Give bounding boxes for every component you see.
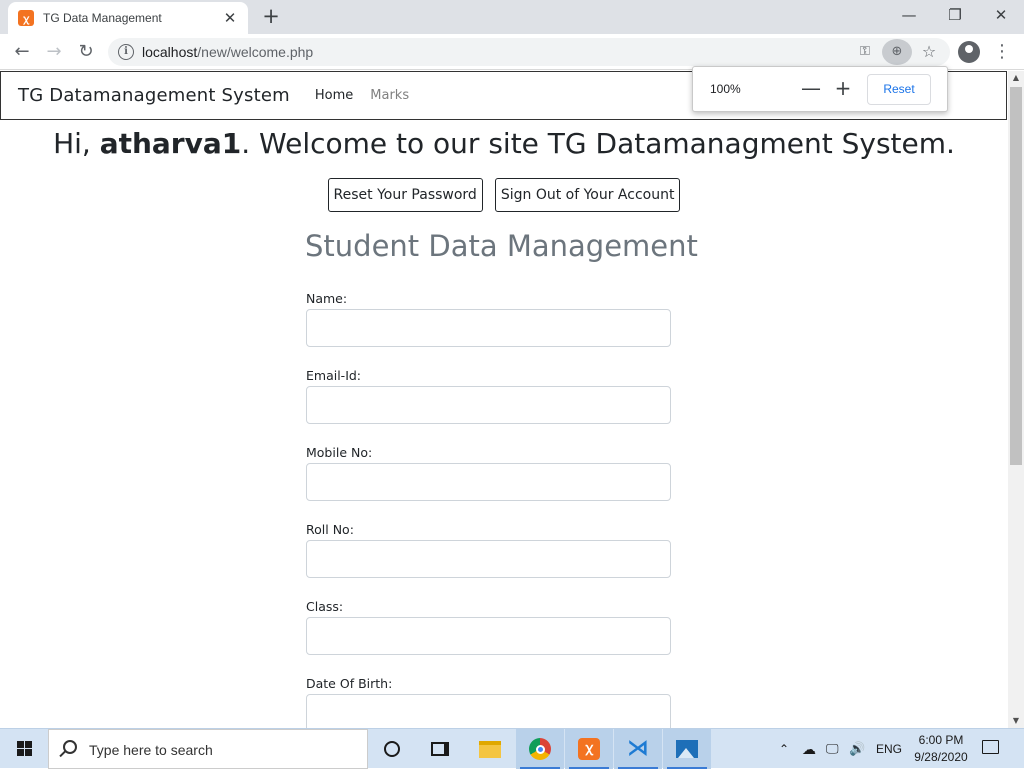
zoom-in-button[interactable]: + xyxy=(831,77,855,101)
dob-field-group: Date Of Birth: xyxy=(306,676,671,728)
taskbar-clock[interactable]: 6:00 PM 9/28/2020 xyxy=(908,732,974,766)
show-hidden-icons-chevron-icon[interactable]: ⌃ xyxy=(779,729,789,769)
scrollbar-thumb[interactable] xyxy=(1010,87,1022,465)
new-tab-button[interactable]: + xyxy=(258,4,284,30)
clock-date: 9/28/2020 xyxy=(914,750,968,764)
language-indicator[interactable]: ENG xyxy=(876,729,902,769)
account-buttons: Reset Your Password Sign Out of Your Acc… xyxy=(0,178,1008,212)
email-label: Email-Id: xyxy=(306,368,362,383)
windows-logo-icon xyxy=(17,741,24,748)
network-icon[interactable]: 🖵 xyxy=(826,729,839,769)
browser-tab[interactable]: ꭓ TG Data Management ✕ xyxy=(8,2,248,34)
roll-label: Roll No: xyxy=(306,522,354,537)
close-window-button[interactable]: ✕ xyxy=(978,0,1024,30)
minimize-button[interactable]: — xyxy=(886,0,932,30)
task-view-icon[interactable] xyxy=(416,729,464,769)
restore-button[interactable]: ❐ xyxy=(932,0,978,30)
dob-input[interactable] xyxy=(306,694,671,728)
taskbar-search-box[interactable]: Type here to search xyxy=(48,729,368,769)
email-input[interactable] xyxy=(306,386,671,424)
class-field-group: Class: xyxy=(306,599,671,676)
url-text[interactable]: localhost/new/welcome.php xyxy=(142,44,313,60)
student-form: Name: Email-Id: Mobile No: Roll No: Clas… xyxy=(306,291,671,728)
file-explorer-icon[interactable] xyxy=(466,729,514,769)
vscode-icon[interactable]: ⋊ xyxy=(614,729,662,769)
forward-arrow-icon[interactable]: → xyxy=(40,38,68,66)
class-input[interactable] xyxy=(306,617,671,655)
zoom-out-button[interactable]: — xyxy=(799,77,823,101)
welcome-prefix: Hi, xyxy=(53,127,100,160)
site-brand[interactable]: TG Datamanagement System xyxy=(18,85,290,106)
name-label: Name: xyxy=(306,291,348,306)
xampp-icon[interactable]: ꭓ xyxy=(565,729,613,769)
profile-avatar-icon[interactable] xyxy=(958,41,980,63)
site-info-icon[interactable]: i xyxy=(118,44,134,60)
tab-close-icon[interactable]: ✕ xyxy=(222,9,238,27)
welcome-suffix: . Welcome to our site TG Datamanagment S… xyxy=(241,127,955,160)
scroll-down-arrow-icon[interactable]: ▼ xyxy=(1008,714,1024,728)
page-scrollbar[interactable]: ▲ ▼ xyxy=(1008,71,1024,728)
clock-time: 6:00 PM xyxy=(918,733,964,747)
zoom-icon[interactable]: ⊕ xyxy=(882,39,912,65)
address-bar[interactable]: i localhost/new/welcome.php ⚿ ⊕ ☆ xyxy=(108,38,950,66)
zoom-popup: 100% — + Reset xyxy=(692,66,948,112)
key-icon[interactable]: ⚿ xyxy=(854,41,876,63)
scroll-up-arrow-icon[interactable]: ▲ xyxy=(1008,71,1024,85)
roll-field-group: Roll No: xyxy=(306,522,671,599)
star-bookmark-icon[interactable]: ☆ xyxy=(918,41,940,63)
mobile-input[interactable] xyxy=(306,463,671,501)
browser-tab-bar: ꭓ TG Data Management ✕ + — ❐ ✕ xyxy=(0,0,1024,34)
page-viewport: TG Datamanagement System Home Marks Hi, … xyxy=(0,71,1008,728)
mobile-label: Mobile No: xyxy=(306,445,373,460)
chrome-icon[interactable] xyxy=(516,729,564,769)
browser-menu-icon[interactable]: ⋮ xyxy=(990,38,1014,66)
class-label: Class: xyxy=(306,599,344,614)
reload-icon[interactable]: ↻ xyxy=(72,38,100,66)
windows-taskbar: Type here to search ꭓ ⋊ ⌃ ☁ 🖵 🔊 ENG 6:00… xyxy=(0,728,1024,769)
search-placeholder: Type here to search xyxy=(89,742,213,758)
dob-label: Date Of Birth: xyxy=(306,676,393,691)
photos-icon[interactable] xyxy=(663,729,711,769)
username: atharva1 xyxy=(99,127,242,160)
roll-input[interactable] xyxy=(306,540,671,578)
nav-home-link[interactable]: Home xyxy=(315,88,353,103)
name-field-group: Name: xyxy=(306,291,671,368)
mobile-field-group: Mobile No: xyxy=(306,445,671,522)
reset-password-button[interactable]: Reset Your Password xyxy=(327,178,483,212)
search-icon xyxy=(63,740,77,754)
url-path: /new/welcome.php xyxy=(197,44,314,60)
back-arrow-icon[interactable]: ← xyxy=(8,38,36,66)
action-center-icon[interactable] xyxy=(982,740,999,754)
xampp-favicon-icon: ꭓ xyxy=(18,10,34,26)
nav-marks-link[interactable]: Marks xyxy=(370,88,409,103)
zoom-level: 100% xyxy=(710,82,741,96)
name-input[interactable] xyxy=(306,309,671,347)
tab-title: TG Data Management xyxy=(43,11,162,25)
onedrive-cloud-icon[interactable]: ☁ xyxy=(802,729,816,769)
email-field-group: Email-Id: xyxy=(306,368,671,445)
zoom-reset-button[interactable]: Reset xyxy=(867,74,931,105)
welcome-heading: Hi, atharva1. Welcome to our site TG Dat… xyxy=(0,127,1008,160)
browser-toolbar: ← → ↻ i localhost/new/welcome.php ⚿ ⊕ ☆ … xyxy=(0,34,1024,70)
volume-icon[interactable]: 🔊 xyxy=(849,729,865,769)
start-button[interactable] xyxy=(0,729,48,769)
sign-out-button[interactable]: Sign Out of Your Account xyxy=(494,178,681,212)
cortana-icon[interactable] xyxy=(368,729,416,769)
url-host: localhost xyxy=(142,44,198,60)
form-title: Student Data Management xyxy=(305,229,698,263)
